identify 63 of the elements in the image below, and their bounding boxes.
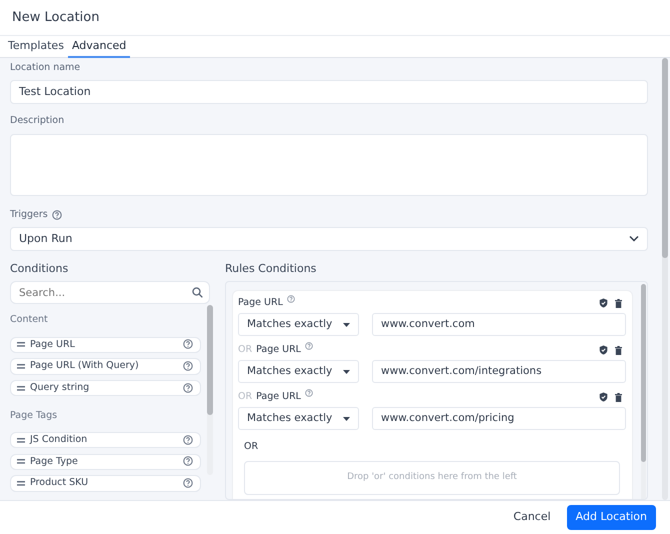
delete-icon[interactable]	[615, 392, 622, 402]
help-icon	[183, 478, 194, 490]
search-field[interactable]: Search...	[10, 281, 210, 304]
help-icon	[183, 382, 194, 394]
field-label: Triggers	[10, 208, 48, 222]
caret-down-icon	[343, 370, 350, 374]
condition-item[interactable]: JS Condition	[10, 432, 201, 448]
caret-down-icon	[343, 416, 350, 421]
scrollbar[interactable]	[641, 284, 646, 499]
text-field[interactable]: Test Location	[10, 80, 648, 104]
search-icon	[192, 287, 203, 298]
group-label: Page Tags	[10, 408, 58, 423]
drag-handle-icon	[17, 459, 25, 464]
dialog-title: New Location	[12, 10, 100, 26]
help-icon	[52, 210, 62, 220]
condition-item[interactable]: Product SKU	[10, 475, 201, 492]
drag-handle-icon	[17, 386, 25, 391]
text-field[interactable]: www.convert.com/integrations	[372, 360, 626, 384]
scrollbar[interactable]	[662, 58, 668, 500]
help-icon	[304, 389, 313, 398]
select-field[interactable]: Matches exactly	[238, 360, 359, 384]
shield-icon[interactable]	[599, 298, 608, 308]
rule-label: Page URL	[256, 390, 301, 404]
add-location-button[interactable]: Add Location	[566, 505, 656, 530]
caret-down-icon	[343, 322, 350, 327]
delete-icon[interactable]	[615, 346, 622, 355]
help-icon	[183, 434, 194, 446]
drop-zone: Drop 'or' conditions here from the left	[244, 460, 620, 494]
connector-label: OR	[238, 390, 252, 404]
condition-item[interactable]: Page URL (With Query)	[10, 358, 201, 375]
connector-label: OR	[238, 343, 252, 358]
shield-icon[interactable]	[599, 345, 608, 356]
condition-item[interactable]: Page URL	[10, 336, 201, 353]
shield-icon[interactable]	[599, 392, 608, 402]
help-icon	[183, 456, 194, 468]
condition-item[interactable]: Query string	[10, 380, 201, 396]
drag-handle-icon	[17, 364, 25, 369]
group-label: Content	[10, 313, 49, 328]
select-field[interactable]: Matches exactly	[238, 407, 359, 430]
select-field[interactable]: Matches exactly	[238, 313, 359, 336]
field-label: Location name	[10, 61, 82, 75]
text-field[interactable]: www.convert.com	[372, 313, 626, 336]
rule-label: Page URL	[238, 296, 283, 310]
drag-handle-icon	[17, 342, 25, 348]
rule-label: Page URL	[256, 343, 301, 358]
chevron-down-icon	[629, 235, 639, 242]
help-icon	[304, 342, 313, 350]
tab[interactable]: Templates	[4, 36, 68, 58]
field-label: Description	[10, 114, 66, 128]
drag-handle-icon	[17, 481, 25, 486]
condition-item[interactable]: Page Type	[10, 454, 201, 470]
section-title: Rules Conditions	[225, 260, 318, 277]
drag-handle-icon	[17, 438, 25, 442]
scrollbar[interactable]	[207, 304, 213, 475]
text-field[interactable]: www.convert.com/pricing	[372, 407, 626, 430]
section-title: Conditions	[10, 260, 70, 277]
delete-icon[interactable]	[615, 298, 622, 308]
help-icon	[286, 295, 295, 304]
select-field[interactable]: Upon Run	[10, 226, 648, 251]
help-icon	[183, 339, 194, 350]
or-label: OR	[244, 440, 260, 454]
cancel-button[interactable]: Cancel	[509, 507, 555, 528]
help-icon	[183, 360, 194, 372]
